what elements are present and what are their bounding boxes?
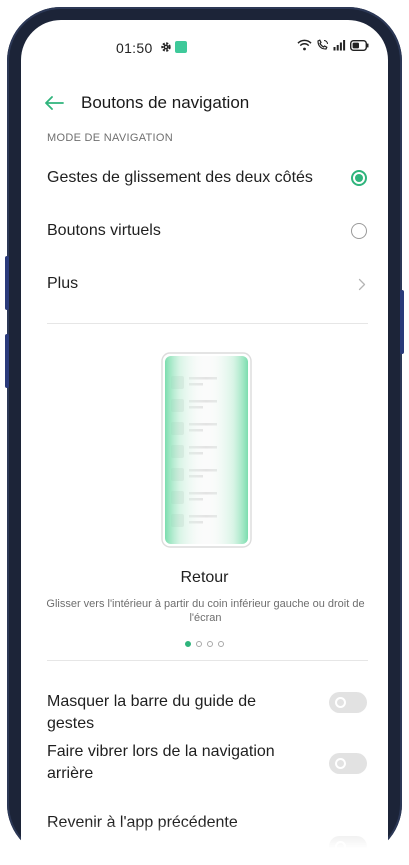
gesture-illustration xyxy=(161,352,252,548)
more-label: Plus xyxy=(47,275,79,292)
page-dot[interactable] xyxy=(196,641,202,647)
page-dot[interactable] xyxy=(218,641,224,647)
power-button xyxy=(400,290,404,354)
page-indicator xyxy=(21,641,388,647)
divider xyxy=(47,660,368,661)
setting-vibrate-on-back[interactable]: Faire vibrer lors de la navigation arriè… xyxy=(21,740,388,786)
hide-gesture-bar-toggle[interactable] xyxy=(329,692,367,713)
section-label-navigation-mode: MODE DE NAVIGATION xyxy=(47,132,174,144)
volume-down-button xyxy=(5,334,9,388)
call-icon xyxy=(317,39,328,50)
option-swipe-gestures[interactable]: Gestes de glissement des deux côtés xyxy=(21,153,388,203)
back-button[interactable] xyxy=(42,91,66,115)
status-time: 01:50 xyxy=(116,40,153,56)
status-bar: 01:50 xyxy=(21,37,388,59)
page-dot[interactable] xyxy=(207,641,213,647)
wifi-icon xyxy=(297,39,312,51)
setting-label: Faire vibrer lors de la navigation arriè… xyxy=(47,743,275,782)
page-title: Boutons de navigation xyxy=(81,93,250,112)
arrow-left-icon xyxy=(45,96,64,110)
signal-icon xyxy=(333,40,346,51)
option-label: Gestes de glissement des deux côtés xyxy=(47,169,313,186)
chevron-right-icon xyxy=(358,278,366,290)
setting-label: Masquer la barre du guide de gestes xyxy=(47,693,257,732)
notification-icon xyxy=(175,41,187,53)
option-virtual-buttons[interactable]: Boutons virtuels xyxy=(21,206,388,256)
setting-hide-gesture-bar[interactable]: Masquer la barre du guide de gestes xyxy=(21,688,388,732)
page-dot-active[interactable] xyxy=(185,641,191,647)
gesture-demo-title: Retour xyxy=(180,569,229,586)
volume-up-button xyxy=(5,256,9,310)
radio-selected[interactable] xyxy=(351,170,367,186)
option-label: Boutons virtuels xyxy=(47,222,161,239)
divider xyxy=(47,323,368,324)
status-icons xyxy=(297,39,369,51)
gesture-demo-description: Glisser vers l'intérieur à partir du coi… xyxy=(46,598,365,624)
battery-icon xyxy=(350,39,369,51)
gear-icon xyxy=(161,42,171,52)
page-header: Boutons de navigation xyxy=(21,90,388,120)
scroll-fade xyxy=(21,822,388,860)
more-options-row[interactable]: Plus xyxy=(21,259,388,309)
vibrate-on-back-toggle[interactable] xyxy=(329,753,367,774)
phone-screen: 01:50 Boutons de navigation MODE DE NAVI… xyxy=(21,20,388,860)
radio-unselected[interactable] xyxy=(351,223,367,239)
